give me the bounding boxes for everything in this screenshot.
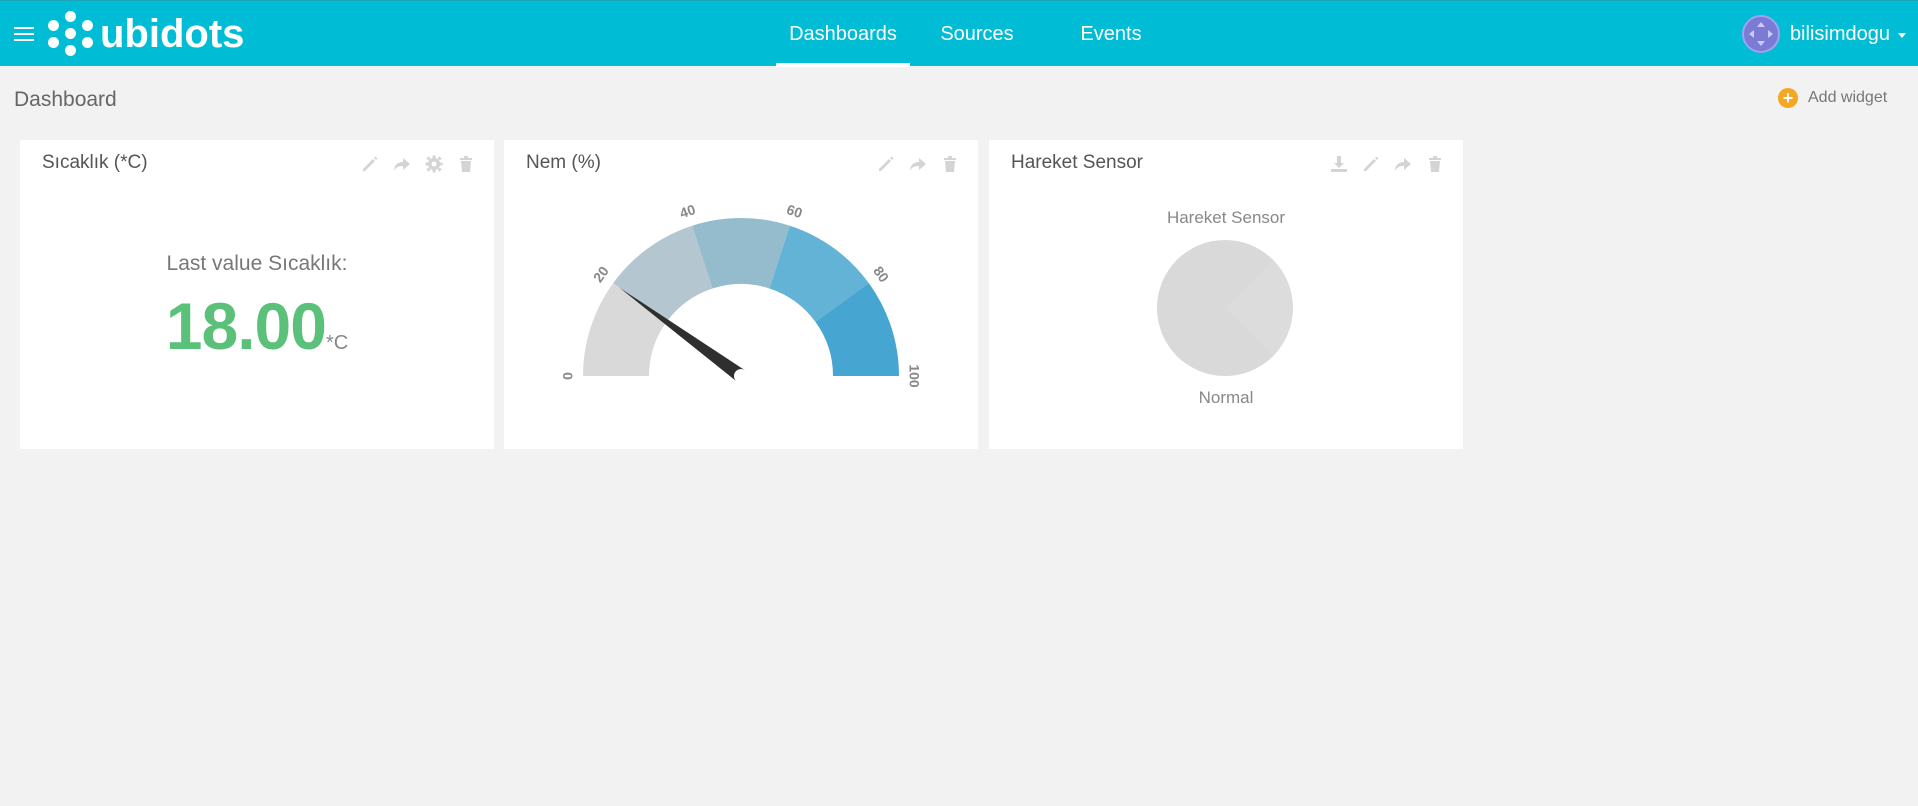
page-title: Dashboard (14, 88, 117, 111)
avatar[interactable] (1741, 15, 1780, 53)
gauge-tick-label: 100 (906, 364, 922, 388)
widget-tools (360, 154, 476, 174)
nav-events[interactable]: Events (1072, 1, 1150, 67)
last-value-label: Last value Sıcaklık: (166, 252, 348, 275)
widget-humidity: Nem (%) 0 20 40 60 80 100 (504, 140, 978, 449)
logo-text: ubidots (100, 12, 245, 56)
pencil-icon[interactable] (360, 154, 380, 174)
humidity-gauge: 0 20 40 60 80 100 (560, 201, 923, 388)
gauge-tick-label: 20 (590, 263, 612, 285)
last-value-unit: *C (325, 332, 349, 354)
gear-icon[interactable] (424, 154, 444, 174)
user-menu[interactable]: bilisimdogu (1741, 15, 1906, 53)
nav-dashboards[interactable]: Dashboards (776, 1, 910, 67)
gauge-tick-label: 80 (870, 263, 892, 285)
gauge-tick-label: 60 (785, 201, 805, 221)
nav-sources[interactable]: Sources (930, 1, 1024, 67)
widget-title: Sıcaklık (*C) (42, 152, 148, 173)
add-widget-label: Add widget (1808, 89, 1888, 106)
username: bilisimdogu (1789, 22, 1890, 45)
menu-icon[interactable] (14, 27, 34, 41)
last-value: 18.00*C (20, 288, 494, 364)
last-value-number: 18.00 (165, 289, 327, 363)
gauge-tick-label: 0 (560, 372, 576, 380)
widget-motion: Hareket Sensor Hareket Sensor Normal (989, 140, 1463, 449)
trash-icon[interactable] (456, 154, 476, 174)
logo-dots-icon (48, 11, 94, 57)
share-icon[interactable] (392, 154, 412, 174)
ubidots-logo[interactable]: ubidots (48, 11, 245, 57)
gauge-tick-label: 40 (678, 201, 698, 221)
top-navbar: ubidots Dashboards Sources Events bilisi… (0, 0, 1918, 67)
widget-temperature: Sıcaklık (*C) Last value Sıcaklık: 18.00… (20, 140, 494, 449)
indicator-status: Normal (1198, 388, 1254, 407)
chevron-down-icon[interactable] (1898, 33, 1906, 38)
plus-icon: + (1778, 88, 1798, 108)
add-widget-button[interactable]: + Add widget (1778, 88, 1887, 108)
